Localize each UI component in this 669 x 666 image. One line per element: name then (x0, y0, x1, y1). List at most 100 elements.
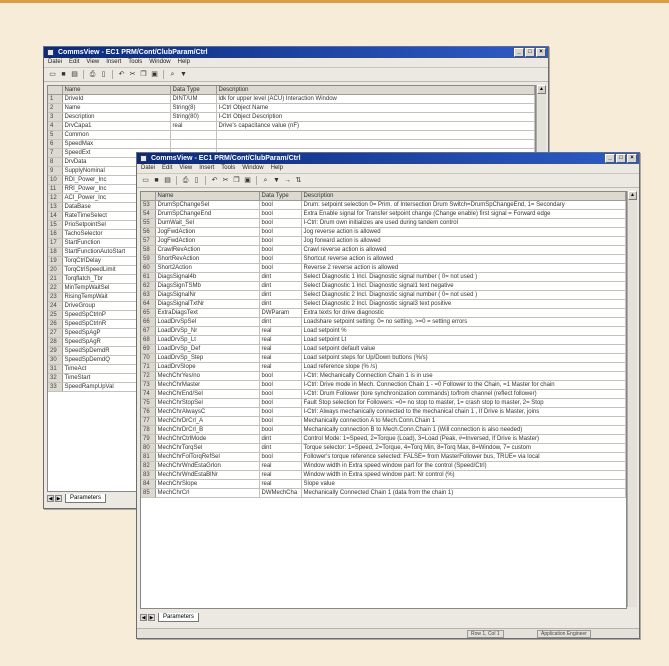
row-number[interactable]: 72 (141, 371, 156, 381)
cell-name[interactable]: MechChrSlope (155, 479, 260, 489)
table-row[interactable]: 73 MechChrMaster bool I-Ctrl: Drive mode in… (141, 380, 626, 390)
row-number[interactable]: 77 (141, 416, 156, 426)
table-row[interactable]: 81 MechChrFolTorqRefSel bool Follower's tor… (141, 452, 626, 462)
table-row[interactable]: 72 MechChrYes/no bool I-Ctrl: Mechanically … (141, 371, 626, 381)
undo-icon[interactable]: ↶ (117, 70, 126, 79)
paste-icon[interactable]: ▣ (243, 176, 252, 185)
row-number[interactable]: 11 (48, 184, 63, 194)
cell-description[interactable] (216, 130, 535, 140)
cell-data-type[interactable] (170, 130, 217, 140)
table-row[interactable]: 60 Short2Action bool Reverse 2 reverse acti… (141, 263, 626, 273)
table-row[interactable]: 2 Name String(8) I-Ctrl Object Name (48, 103, 535, 113)
cell-data-type[interactable]: bool (259, 263, 302, 273)
row-number[interactable]: 7 (48, 148, 63, 158)
table-row[interactable]: 5 Common (48, 130, 535, 140)
cell-data-type[interactable]: bool (259, 425, 302, 435)
cell-description[interactable]: Select Diagnostic 1 Incl. Diagnostic sig… (301, 272, 626, 282)
table-row[interactable]: 56 JogFwdAction bool Jog reverse action is … (141, 227, 626, 237)
row-number[interactable]: 69 (141, 344, 156, 354)
table-row[interactable]: 61 DiagsSignal4b dint Select Diagnostic 1 I… (141, 272, 626, 282)
table-row[interactable]: 78 MechChrDrCrl_B bool Mechanically connect… (141, 425, 626, 435)
cell-data-type[interactable]: bool (259, 200, 302, 210)
row-number[interactable]: 60 (141, 263, 156, 273)
cell-description[interactable]: Drum: setpoint selection 0= Prim. of Int… (301, 200, 626, 210)
row-number[interactable]: 57 (141, 236, 156, 246)
cell-name[interactable]: LoadDrvSp_Def (155, 344, 260, 354)
scroll-up-icon[interactable]: ▲ (628, 191, 637, 200)
table-row[interactable]: 65 ExtraDiagsText DWParam Extra texts for d… (141, 308, 626, 318)
row-number[interactable]: 18 (48, 247, 63, 257)
cell-description[interactable]: Shortcut reverse action is allowed (301, 254, 626, 264)
row-number[interactable]: 25 (48, 310, 63, 320)
cell-description[interactable]: Load setpoint % (301, 326, 626, 336)
cell-name[interactable]: DiagsSignalNr (155, 290, 260, 300)
open-icon[interactable]: ▤ (163, 176, 172, 185)
row-number[interactable]: 83 (141, 470, 156, 480)
row-number[interactable]: 16 (48, 229, 63, 239)
table-row[interactable]: 85 MechChrCrl DWMechCha Mechanically Connec… (141, 488, 626, 498)
maximize-icon[interactable]: □ (525, 48, 535, 57)
table-row[interactable]: 74 MechChrEnd/Sel bool I-Ctrl: Drum Followe… (141, 389, 626, 399)
cell-data-type[interactable]: bool (259, 407, 302, 417)
cell-name[interactable]: MechChrWndEstaBlNr (155, 470, 260, 480)
minimize-icon[interactable]: _ (605, 154, 615, 163)
column-header-name[interactable]: Name (155, 192, 260, 201)
undo-icon[interactable]: ↶ (210, 176, 219, 185)
cell-name[interactable]: MechChrYes/no (155, 371, 260, 381)
column-header-name[interactable]: Name (62, 86, 171, 95)
filter-icon[interactable]: ▼ (272, 176, 281, 185)
row-number[interactable]: 31 (48, 364, 63, 374)
cell-data-type[interactable]: real (259, 353, 302, 363)
sheet-next-icon[interactable]: ▶ (148, 614, 155, 621)
column-header-data-type[interactable]: Data Type (170, 86, 217, 95)
cell-name[interactable]: MechChrCtrlMode (155, 434, 260, 444)
row-number[interactable]: 33 (48, 382, 63, 392)
cell-description[interactable]: I-Ctrl: Drive mode in Mech. Connection C… (301, 380, 626, 390)
row-number[interactable]: 21 (48, 274, 63, 284)
cell-name[interactable]: Name (62, 103, 171, 113)
cell-data-type[interactable]: dint (259, 299, 302, 309)
menu-edit[interactable]: Edit (69, 58, 79, 67)
find-icon[interactable]: ⌕ (261, 176, 270, 185)
cell-name[interactable]: MechChrAlwaysC (155, 407, 260, 417)
table-row[interactable]: 80 MechChrTorqSel dint Torque selector: 1=S… (141, 443, 626, 453)
cell-name[interactable]: ExtraDiagsText (155, 308, 260, 318)
row-number[interactable]: 3 (48, 112, 63, 122)
cell-name[interactable]: MechChrEnd/Sel (155, 389, 260, 399)
cell-data-type[interactable]: dint (259, 443, 302, 453)
table-row[interactable]: 76 MechChrAlwaysC bool I-Ctrl: Always mecha… (141, 407, 626, 417)
table-row[interactable]: 53 DrumSpChangeSel bool Drum: setpoint sele… (141, 200, 626, 210)
row-number[interactable]: 70 (141, 353, 156, 363)
cell-description[interactable]: Mechanically Connected Chain 1 (data fro… (301, 488, 626, 498)
cell-data-type[interactable]: String(8) (170, 103, 217, 113)
cell-description[interactable]: I-Ctrl: Mechanically Connection Chain 1 … (301, 371, 626, 381)
front-vertical-scrollbar[interactable]: ▲ (627, 191, 637, 607)
row-number[interactable]: 55 (141, 218, 156, 228)
table-row[interactable]: 58 CrawlRevAction bool Crawl reverse action… (141, 245, 626, 255)
cell-description[interactable]: Jog reverse action is allowed (301, 227, 626, 237)
table-row[interactable]: 62 DiagsSignTSMb dint Select Diagnostic 1 I… (141, 281, 626, 291)
row-number[interactable]: 75 (141, 398, 156, 408)
row-number[interactable]: 1 (48, 94, 63, 104)
row-number[interactable]: 13 (48, 202, 63, 212)
row-number[interactable]: 59 (141, 254, 156, 264)
table-row[interactable]: 57 JogFwdAction bool Jog forward action is … (141, 236, 626, 246)
cell-name[interactable]: JogFwdAction (155, 227, 260, 237)
row-number[interactable]: 53 (141, 200, 156, 210)
cell-data-type[interactable]: bool (259, 218, 302, 228)
menu-help[interactable]: Help (178, 58, 190, 67)
cell-name[interactable]: DiagsSignal4b (155, 272, 260, 282)
cell-description[interactable] (216, 139, 535, 149)
row-number[interactable]: 62 (141, 281, 156, 291)
cell-name[interactable]: DriveId (62, 94, 171, 104)
cell-description[interactable]: Select Diagnostic 2 Incl. Diagnostic sig… (301, 290, 626, 300)
row-number[interactable]: 24 (48, 301, 63, 311)
menu-edit[interactable]: Edit (162, 164, 172, 173)
cell-name[interactable]: MechChrWndEstaGrlon (155, 461, 260, 471)
table-row[interactable]: 71 LoadDrvSlope real Load reference slope (… (141, 362, 626, 372)
row-number[interactable]: 58 (141, 245, 156, 255)
cell-data-type[interactable]: bool (259, 245, 302, 255)
row-number[interactable]: 65 (141, 308, 156, 318)
cell-data-type[interactable]: bool (259, 227, 302, 237)
menu-file[interactable]: Datei (141, 164, 155, 173)
